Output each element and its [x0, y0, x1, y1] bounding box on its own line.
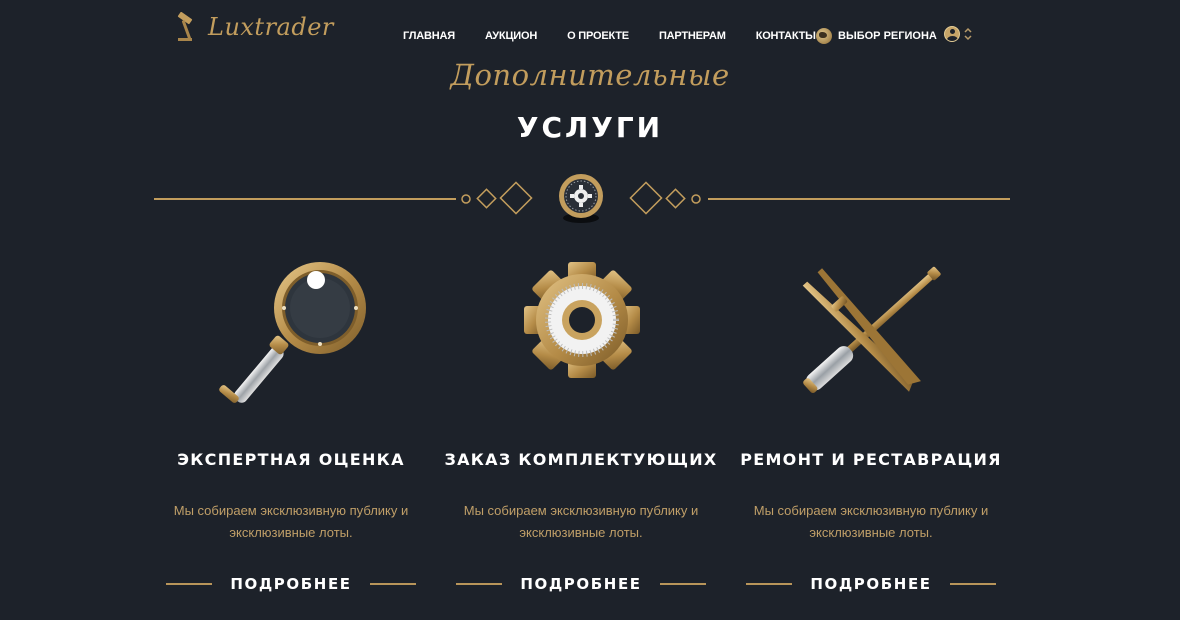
- more-line-left: [166, 583, 213, 585]
- gear-icon: [524, 262, 640, 378]
- globe-icon: [816, 28, 832, 44]
- more-button[interactable]: ПОДРОБНЕЕ: [436, 572, 726, 596]
- more-button[interactable]: ПОДРОБНЕЕ: [146, 572, 436, 596]
- service-description: Мы собираем эксклюзивную публику и экскл…: [753, 503, 989, 540]
- service-card-repair: РЕМОНТ И РЕСТАВРАЦИЯ Мы собираем эксклюз…: [726, 250, 1016, 593]
- more-line-right: [949, 583, 996, 585]
- service-title: РЕМОНТ И РЕСТАВРАЦИЯ: [740, 450, 1002, 469]
- service-card-parts: ЗАКАЗ КОМПЛЕКТУЮЩИХ Мы собираем эксклюзи…: [436, 250, 726, 593]
- chevron-updown-icon: [964, 27, 972, 41]
- gear-medallion-icon: [559, 174, 603, 223]
- more-label: ПОДРОБНЕЕ: [230, 575, 352, 593]
- region-label: ВЫБОР РЕГИОНА: [838, 30, 937, 42]
- nav-item-partners[interactable]: ПАРТНЕРАМ: [659, 30, 726, 42]
- more-label: ПОДРОБНЕЕ: [810, 575, 932, 593]
- nav-item-home[interactable]: ГЛАВНАЯ: [403, 30, 455, 42]
- nav-item-about[interactable]: О ПРОЕКТЕ: [567, 30, 629, 42]
- service-description: Мы собираем эксклюзивную публику и экскл…: [173, 503, 409, 540]
- section-title: УСЛУГИ: [516, 111, 664, 144]
- service-card-appraisal: ЭКСПЕРТНАЯ ОЦЕНКА Мы собираем эксклюзивн…: [146, 250, 436, 593]
- user-icon: [944, 26, 960, 42]
- user-menu[interactable]: [944, 26, 972, 42]
- more-line-left: [746, 583, 793, 585]
- more-line-left: [456, 583, 503, 585]
- nav-item-contacts[interactable]: КОНТАКТЫ: [756, 30, 816, 42]
- nav-item-auction[interactable]: АУКЦИОН: [485, 30, 537, 42]
- section-divider: [154, 174, 1010, 223]
- more-line-right: [369, 583, 416, 585]
- service-description: Мы собираем эксклюзивную публику и экскл…: [463, 503, 699, 540]
- brand-name: Luxtrader: [208, 13, 334, 41]
- region-selector[interactable]: ВЫБОР РЕГИОНА: [816, 28, 937, 44]
- section-subtitle: Дополнительные: [450, 58, 730, 92]
- brand-logo[interactable]: Luxtrader: [176, 12, 334, 42]
- more-label: ПОДРОБНЕЕ: [520, 575, 642, 593]
- main-nav: ГЛАВНАЯ АУКЦИОН О ПРОЕКТЕ ПАРТНЕРАМ КОНТ…: [403, 30, 846, 42]
- magnifying-glass-icon: [219, 262, 366, 403]
- tweezers-screwdriver-icon: [802, 266, 941, 394]
- gavel-icon: [177, 12, 193, 41]
- service-title: ЭКСПЕРТНАЯ ОЦЕНКА: [177, 450, 405, 469]
- more-line-right: [659, 583, 706, 585]
- service-title: ЗАКАЗ КОМПЛЕКТУЮЩИХ: [444, 450, 718, 469]
- more-button[interactable]: ПОДРОБНЕЕ: [726, 572, 1016, 596]
